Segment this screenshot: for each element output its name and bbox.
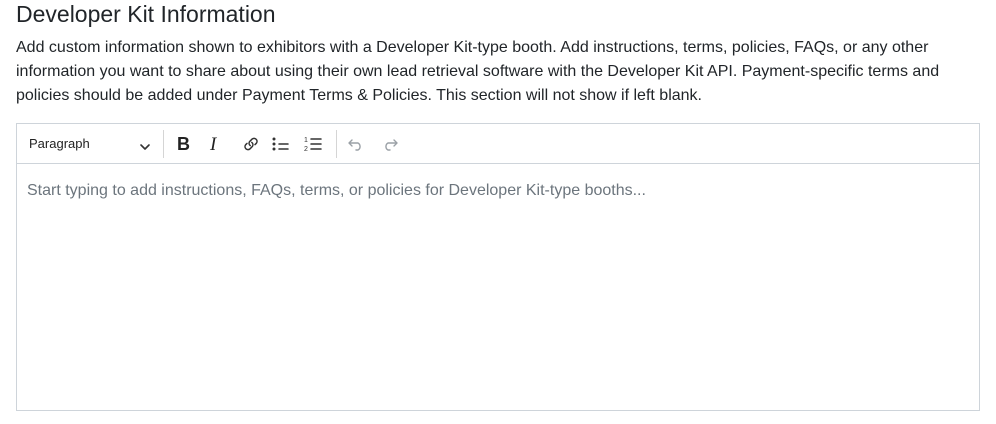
section-title: Developer Kit Information [16, 1, 276, 27]
svg-text:1: 1 [304, 137, 308, 144]
editor-toolbar: Paragraph B I 1 2 [17, 124, 979, 164]
section-description: Add custom information shown to exhibito… [16, 39, 940, 104]
link-icon [242, 135, 260, 153]
svg-text:B: B [177, 135, 190, 153]
undo-button[interactable] [343, 131, 369, 157]
block-format-dropdown[interactable]: Paragraph [17, 124, 159, 163]
italic-button[interactable]: I [202, 131, 228, 157]
editor-content-area[interactable]: Start typing to add instructions, FAQs, … [17, 164, 979, 410]
redo-icon [381, 136, 399, 152]
rich-text-editor: Paragraph B I 1 2 Start typing to add in… [16, 123, 980, 411]
svg-text:2: 2 [304, 146, 308, 153]
svg-text:I: I [209, 135, 218, 153]
toolbar-separator [163, 130, 164, 158]
bold-button[interactable]: B [170, 131, 196, 157]
block-format-label: Paragraph [29, 136, 90, 151]
link-button[interactable] [238, 131, 264, 157]
redo-button[interactable] [377, 131, 403, 157]
editor-placeholder: Start typing to add instructions, FAQs, … [27, 182, 646, 199]
toolbar-separator [336, 130, 337, 158]
bulleted-list-button[interactable] [268, 131, 294, 157]
italic-icon: I [207, 135, 223, 153]
numbered-list-icon: 1 2 [303, 134, 323, 154]
bold-icon: B [175, 135, 191, 153]
numbered-list-button[interactable]: 1 2 [300, 131, 326, 157]
bulleted-list-icon [271, 135, 291, 153]
undo-icon [347, 136, 365, 152]
chevron-down-icon [139, 139, 151, 150]
